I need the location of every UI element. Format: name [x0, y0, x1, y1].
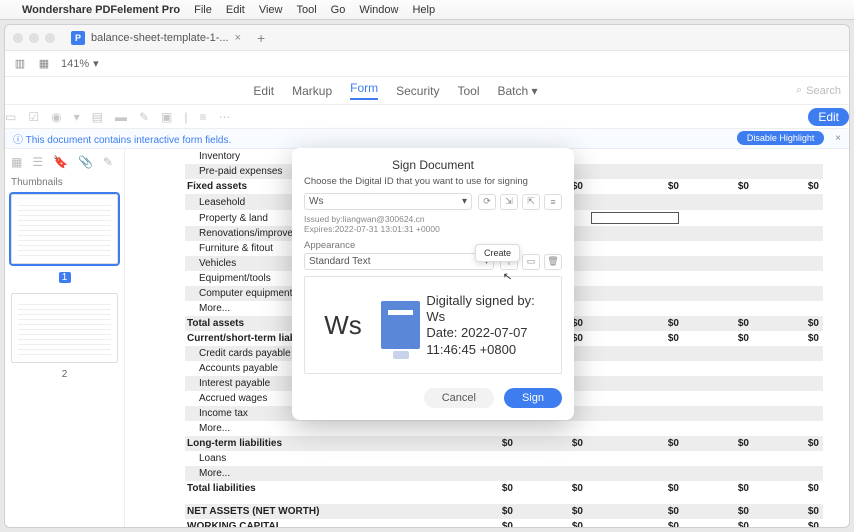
cursor-icon: ↖: [502, 269, 513, 283]
id-import-icon[interactable]: ⇱: [522, 194, 540, 210]
appearance-select[interactable]: Standard Text▾: [304, 253, 494, 270]
preview-text: Digitally signed by: Ws Date: 2022-07-07…: [426, 293, 555, 358]
sign-button[interactable]: Sign: [504, 388, 562, 408]
chevron-down-icon: ▾: [462, 196, 467, 207]
id-export-icon[interactable]: ⇲: [500, 194, 518, 210]
appearance-edit-icon[interactable]: ▭: [522, 254, 540, 270]
issued-by: Issued by:liangwan@300624.cn: [304, 214, 562, 224]
cancel-button[interactable]: Cancel: [424, 388, 494, 408]
signature-preview: Ws Digitally signed by: Ws Date: 2022-07…: [304, 276, 562, 374]
id-list-icon[interactable]: ≡: [544, 194, 562, 210]
preview-doc-icon: [381, 301, 420, 349]
dialog-subtitle: Choose the Digital ID that you want to u…: [304, 176, 562, 187]
preview-initials: Ws: [311, 310, 375, 341]
id-refresh-icon[interactable]: ⟳: [478, 194, 496, 210]
create-tooltip: Create: [475, 244, 520, 262]
expires: Expires:2022-07-31 13:01:31 +0000: [304, 224, 562, 234]
appearance-label: Appearance: [304, 240, 562, 251]
sign-document-dialog: Sign Document Choose the Digital ID that…: [292, 148, 574, 420]
appearance-delete-icon[interactable]: 🗑: [544, 254, 562, 270]
modal-backdrop: Sign Document Choose the Digital ID that…: [0, 0, 854, 532]
digital-id-select[interactable]: Ws▾: [304, 193, 472, 210]
dialog-title: Sign Document: [304, 158, 562, 172]
